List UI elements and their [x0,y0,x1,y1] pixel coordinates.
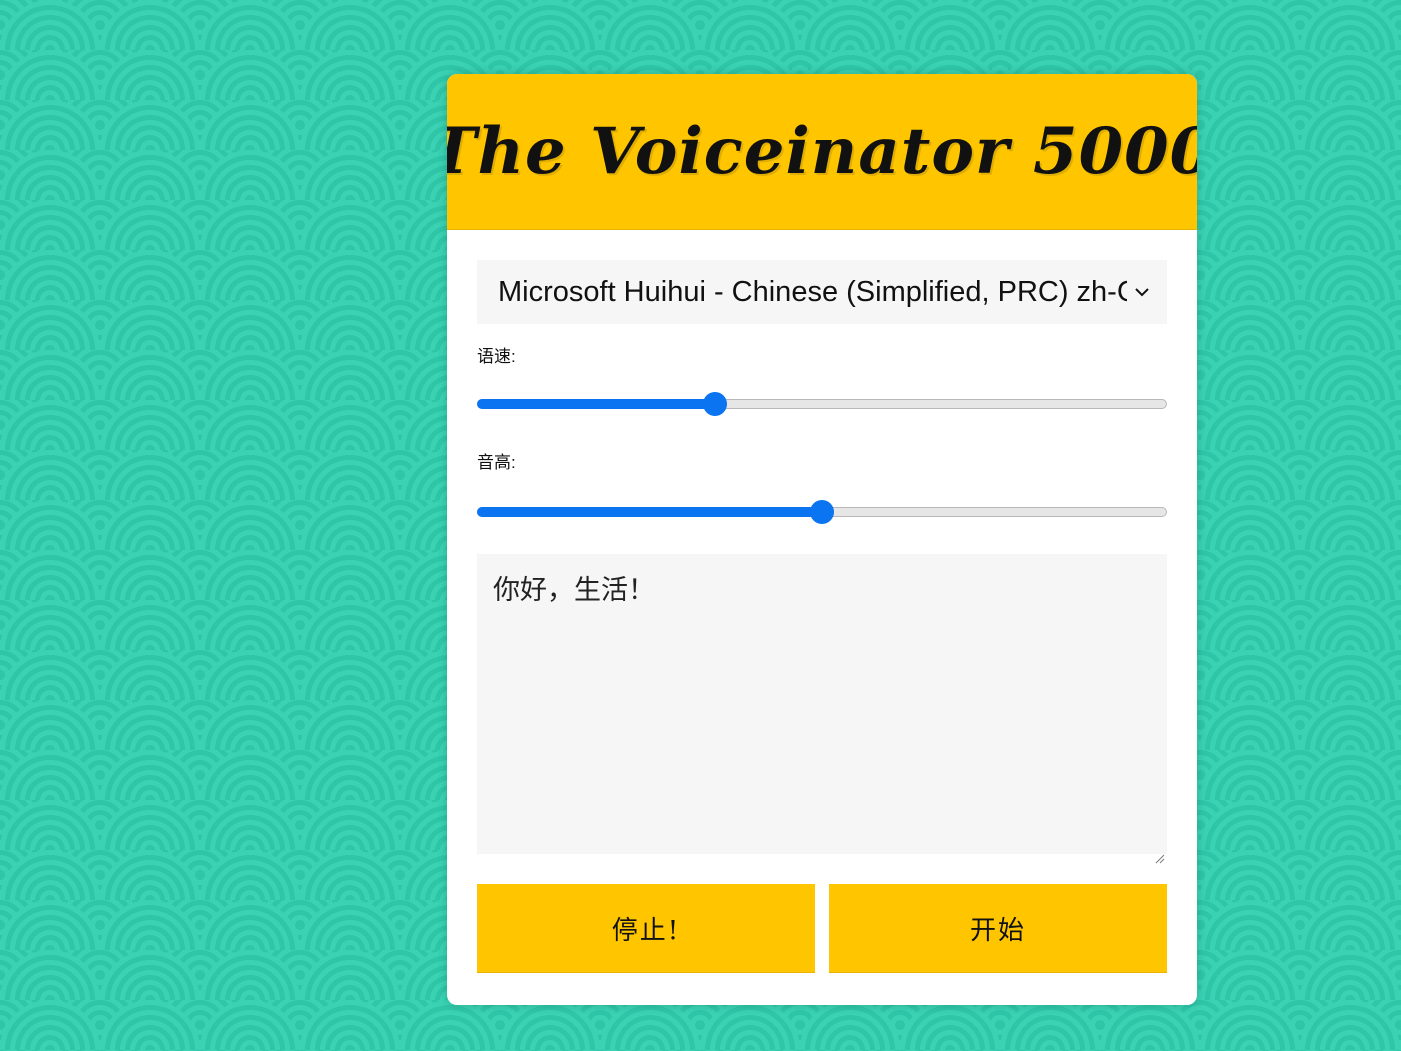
page-title: The Voiceinator 5000 [447,114,1197,189]
chevron-down-icon [1127,287,1157,297]
rate-slider-fill [477,399,716,409]
voice-select[interactable]: Microsoft Huihui - Chinese (Simplified, … [477,260,1167,324]
message-text: 你好，生活！ [493,575,655,606]
button-row: 停止! 开始 [477,884,1167,973]
voice-select-value: Microsoft Huihui - Chinese (Simplified, … [498,275,1127,308]
rate-slider[interactable] [477,392,1167,416]
pitch-slider-fill [477,507,822,517]
stop-button[interactable]: 停止! [477,884,815,973]
pitch-slider[interactable] [477,500,1167,524]
header: The Voiceinator 5000 [447,74,1197,230]
message-textarea[interactable]: 你好，生活！ [477,554,1167,864]
speak-button[interactable]: 开始 [829,884,1167,973]
rate-label: 语速: [477,347,516,366]
pitch-label: 音高: [477,453,516,472]
controls: Microsoft Huihui - Chinese (Simplified, … [447,230,1197,973]
voiceinator-panel: The Voiceinator 5000 Microsoft Huihui - … [447,74,1197,1005]
pitch-slider-thumb[interactable] [810,500,834,524]
resize-grip-icon[interactable] [1153,840,1165,864]
rate-slider-thumb[interactable] [703,392,728,416]
